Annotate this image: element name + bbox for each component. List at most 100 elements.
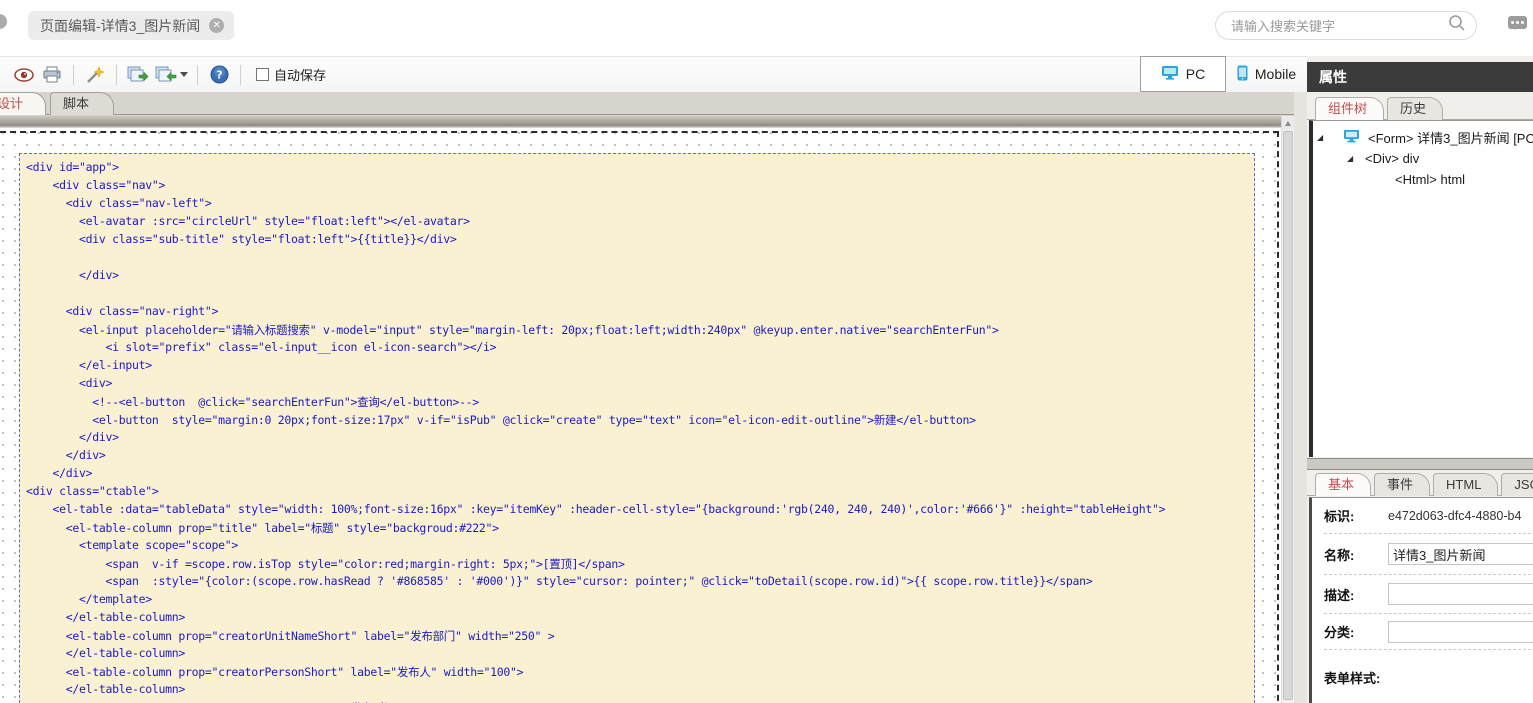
- expanded-triangle-icon[interactable]: ◢: [1317, 133, 1329, 142]
- tab-script[interactable]: 脚本: [50, 92, 114, 115]
- toolbar-separator: [73, 64, 74, 85]
- code-line: </div>: [26, 466, 93, 480]
- topbar: 页面编辑-详情3_图片新闻 ✕ 请输入搜索关键字: [0, 0, 1533, 56]
- field-label: 分类:: [1324, 625, 1355, 640]
- code-line: <div>: [26, 376, 113, 390]
- tree-node[interactable]: <Html> html: [1313, 169, 1533, 190]
- code-line: <el-table-column prop="title" label="标题"…: [26, 521, 499, 535]
- code-line: <div class="nav-left">: [26, 196, 212, 210]
- field-label: 标识:: [1324, 509, 1355, 524]
- field-label: 名称:: [1324, 547, 1355, 563]
- design-canvas[interactable]: <div id="app"> <div class="nav"> <div cl…: [0, 116, 1281, 703]
- field-row: 名称:: [1324, 534, 1533, 575]
- global-search-input[interactable]: 请输入搜索关键字: [1215, 11, 1477, 40]
- field-input[interactable]: [1388, 543, 1533, 565]
- export-icon[interactable]: [126, 63, 150, 87]
- message-bubble-icon[interactable]: [1508, 16, 1527, 30]
- properties-panel: 属性 组件树 历史 ◢ <Form> 详情3_图片新闻 [PC ◢ <Div> div <…: [1307, 56, 1533, 703]
- field-row: 标识: e472d063-dfc4-4880-b4: [1324, 498, 1533, 534]
- page-editor-tab[interactable]: 页面编辑-详情3_图片新闻 ✕: [28, 11, 235, 40]
- code-line: <el-avatar :src="circleUrl" style="float…: [26, 214, 470, 228]
- clipped-tab-icon: [0, 14, 7, 29]
- field-input[interactable]: [1388, 583, 1533, 605]
- panel-splitter[interactable]: [1307, 458, 1533, 470]
- code-line: <el-table-column prop="creatorPersonShor…: [26, 665, 524, 679]
- field-row: 表单样式:: [1324, 650, 1533, 703]
- code-line: <div class="ctable">: [26, 484, 159, 498]
- code-line: </template>: [26, 592, 152, 606]
- tree-node[interactable]: ◢ <Div> div: [1313, 148, 1533, 169]
- mobile-phone-icon: [1237, 65, 1248, 84]
- toolbar: ? 自动保存: [0, 56, 1307, 92]
- field-row: 描述:: [1324, 575, 1533, 614]
- wand-icon[interactable]: [83, 63, 107, 87]
- close-icon[interactable]: ✕: [209, 18, 225, 33]
- print-icon[interactable]: [40, 63, 64, 87]
- detail-tab-3[interactable]: HTML: [1433, 473, 1499, 496]
- component-tree: ◢ <Form> 详情3_图片新闻 [PC ◢ <Div> div <Html> htm…: [1309, 120, 1533, 457]
- code-line: </el-table-column>: [26, 646, 186, 660]
- pc-monitor-icon: [1161, 65, 1179, 83]
- form-canvas-region[interactable]: <div id="app"> <div class="nav"> <div cl…: [0, 131, 1279, 703]
- tree-node[interactable]: ◢ <Form> 详情3_图片新闻 [PC: [1313, 127, 1533, 148]
- code-line: <!--<el-button @click="searchEnterFun">查…: [26, 395, 479, 409]
- pc-view-button[interactable]: PC: [1140, 56, 1226, 92]
- autosave-label: 自动保存: [274, 68, 327, 83]
- code-line: <span v-if =scope.row.isTop style="color…: [26, 557, 625, 571]
- properties-header: 属性: [1307, 62, 1533, 92]
- code-line: <div id="app">: [26, 160, 119, 174]
- code-line: </div>: [26, 448, 106, 462]
- field-label: 描述:: [1324, 587, 1355, 603]
- chevron-down-icon[interactable]: [179, 72, 188, 81]
- canvas-scrollbar[interactable]: [1281, 116, 1295, 703]
- code-line: <i slot="prefix" class="el-input__icon e…: [26, 340, 497, 354]
- code-block: <div id="app"> <div class="nav"> <div cl…: [26, 160, 1254, 703]
- mobile-label: Mobile: [1254, 66, 1297, 82]
- pc-label: PC: [1185, 66, 1206, 82]
- detail-tab-strip: 基本事件HTMLJSO: [1307, 472, 1533, 496]
- search-icon[interactable]: [1448, 14, 1466, 37]
- panel-gutter: [1294, 92, 1307, 703]
- scrollbar-thumb[interactable]: [1283, 131, 1293, 700]
- expanded-triangle-icon[interactable]: ◢: [1347, 154, 1359, 163]
- code-line: <div class="nav-right">: [26, 304, 219, 318]
- tree-node-label: <Form> 详情3_图片新闻 [PC: [1368, 131, 1533, 146]
- toolbar-separator: [116, 64, 117, 85]
- toolbar-separator: [240, 64, 241, 85]
- tree-tab-2[interactable]: 历史: [1387, 97, 1444, 120]
- code-line: <el-table :data="tableData" style="width…: [26, 502, 1166, 516]
- help-icon[interactable]: ?: [207, 63, 231, 87]
- detail-tab-4[interactable]: JSO: [1501, 473, 1533, 496]
- tab-design[interactable]: 设计: [0, 92, 46, 115]
- field-row: 分类:: [1324, 614, 1533, 650]
- detail-tab-2[interactable]: 事件: [1374, 473, 1431, 496]
- code-line: </el-table-column>: [26, 610, 186, 624]
- canvas-top-shade: [0, 116, 1281, 128]
- code-line: <div class="sub-title" style="float:left…: [26, 232, 457, 246]
- field-value: e472d063-dfc4-4880-b4: [1388, 508, 1522, 523]
- import-icon[interactable]: [154, 63, 188, 87]
- code-line: </div>: [26, 268, 119, 282]
- field-label: 表单样式:: [1324, 670, 1381, 686]
- code-line: <template scope="scope">: [26, 538, 238, 552]
- svg-text:?: ?: [216, 69, 222, 82]
- tree-tab-strip: 组件树 历史: [1307, 96, 1533, 120]
- autosave-checkbox[interactable]: [256, 68, 269, 81]
- code-line: </div>: [26, 430, 119, 444]
- code-line: </el-input>: [26, 358, 152, 372]
- tree-node-label: <Div> div: [1365, 151, 1420, 166]
- page-tab-label: 页面编辑-详情3_图片新闻: [40, 17, 201, 34]
- tree-tab-1[interactable]: 组件树: [1315, 97, 1385, 120]
- designer-area: 设计 脚本 <div id="app"> <div class="nav"> <…: [0, 92, 1294, 703]
- detail-tab-1[interactable]: 基本: [1315, 473, 1372, 496]
- eye-icon[interactable]: [12, 63, 36, 87]
- html-component-block[interactable]: <div id="app"> <div class="nav"> <div cl…: [19, 153, 1255, 703]
- code-line: <span :style="{color:(scope.row.hasRead …: [26, 574, 1093, 588]
- field-input[interactable]: [1388, 620, 1533, 643]
- mobile-view-button[interactable]: Mobile: [1226, 56, 1307, 92]
- code-line: <el-input placeholder="请输入标题搜索" v-model=…: [26, 323, 999, 337]
- tree-node-label: <Html> html: [1395, 172, 1466, 187]
- toolbar-separator: [197, 64, 198, 85]
